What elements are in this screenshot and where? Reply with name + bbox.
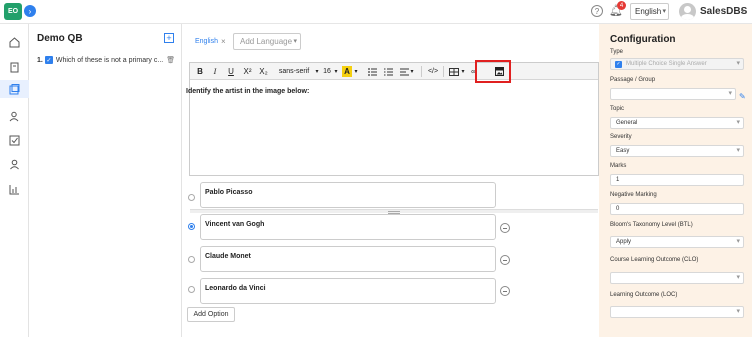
loc-select[interactable]: [610, 306, 744, 318]
underline-button[interactable]: U: [226, 66, 236, 77]
app-root: EO › ? 🔔︎ 4 English SalesDBS ⌄: [0, 0, 752, 337]
checkbox-icon[interactable]: [8, 134, 20, 146]
language-select[interactable]: English: [630, 3, 669, 20]
bold-button[interactable]: B: [195, 66, 205, 77]
chevron-down-icon[interactable]: ▾: [409, 66, 415, 77]
severity-select[interactable]: Easy: [610, 145, 744, 157]
loc-label: Learning Outcome (LOC): [610, 292, 678, 298]
text-color-button[interactable]: A: [342, 66, 352, 77]
option-radio[interactable]: [188, 223, 195, 230]
align-icon[interactable]: [399, 66, 409, 77]
reports-chart-icon[interactable]: [8, 183, 20, 195]
configuration-panel: Configuration Type ✓ Multiple Choice Sin…: [599, 24, 752, 337]
add-option-button[interactable]: Add Option: [187, 307, 235, 322]
option-field[interactable]: Pablo Picasso: [200, 182, 496, 208]
font-size-select[interactable]: 16: [321, 66, 333, 77]
superscript-button[interactable]: X²: [241, 66, 254, 77]
add-question-icon[interactable]: +: [164, 33, 174, 43]
chevron-down-icon[interactable]: ▾: [460, 66, 466, 77]
question-content[interactable]: Identify the artist in the image below:: [186, 88, 309, 95]
editor-toolbar: B I U X² X₂ sans-serif ▾ 16 ▾ A ▾ ▾ </> …: [190, 63, 598, 80]
type-value: Multiple Choice Single Answer: [626, 61, 707, 67]
book-icon[interactable]: [8, 61, 20, 73]
type-label: Type: [610, 49, 624, 55]
top-bar: EO › ? 🔔︎ 4 English SalesDBS ⌄: [0, 0, 752, 24]
question-list-panel: Demo QB + 1. ✓ Which of these is not a p…: [30, 24, 182, 337]
highlight-box: [475, 60, 511, 83]
option-field[interactable]: Leonardo da Vinci: [200, 278, 496, 304]
option-field[interactable]: Vincent van Gogh: [200, 214, 496, 240]
left-nav-rail: [0, 24, 29, 337]
remove-option-icon[interactable]: [500, 255, 510, 265]
tab-english[interactable]: English: [195, 38, 218, 45]
help-icon[interactable]: ?: [591, 5, 603, 17]
toolbar-divider: [421, 66, 422, 77]
question-bank-icon[interactable]: [0, 80, 29, 98]
question-editor: English × Add Language B I U X² X₂ sans-…: [182, 24, 599, 337]
negative-marking-field[interactable]: 0: [610, 203, 744, 215]
add-language-select[interactable]: Add Language: [233, 33, 301, 50]
app-logo[interactable]: EO: [4, 3, 22, 20]
question-number: 1.: [37, 56, 43, 64]
btl-select[interactable]: Apply: [610, 236, 744, 248]
topic-select[interactable]: General: [610, 117, 744, 129]
user-icon[interactable]: [8, 158, 20, 170]
close-icon[interactable]: ×: [221, 37, 226, 46]
pencil-icon[interactable]: ✎: [739, 92, 746, 101]
marks-field[interactable]: 1: [610, 174, 744, 186]
trash-icon[interactable]: 🗑︎: [166, 56, 175, 64]
notification-badge: 4: [617, 1, 626, 10]
numbered-list-icon[interactable]: [383, 66, 393, 77]
question-bank-title: Demo QB: [37, 33, 83, 44]
user-settings-icon[interactable]: [8, 110, 20, 122]
option-radio[interactable]: [188, 194, 195, 201]
clo-label: Course Learning Outcome (CLO): [610, 257, 699, 263]
chevron-down-icon[interactable]: ▾: [333, 66, 339, 77]
bullet-list-icon[interactable]: [367, 66, 377, 77]
check-icon[interactable]: ✓: [44, 56, 53, 64]
toolbar-divider: [443, 66, 444, 77]
avatar[interactable]: [679, 3, 696, 20]
remove-option-icon[interactable]: [500, 286, 510, 296]
code-button[interactable]: </>: [426, 66, 440, 77]
table-icon[interactable]: [448, 66, 460, 77]
list-item[interactable]: 1. ✓ Which of these is not a primary c..…: [37, 54, 177, 66]
editor-resize-handle[interactable]: [190, 209, 598, 214]
passage-select[interactable]: [610, 88, 736, 100]
chevron-down-icon[interactable]: ▾: [314, 66, 320, 77]
option-field[interactable]: Claude Monet: [200, 246, 496, 272]
type-select: ✓ Multiple Choice Single Answer: [610, 58, 744, 70]
marks-label: Marks: [610, 163, 627, 169]
configuration-title: Configuration: [610, 34, 676, 45]
chevron-down-icon[interactable]: ▾: [353, 66, 359, 77]
passage-label: Passage / Group: [610, 77, 656, 83]
subscript-button[interactable]: X₂: [257, 66, 270, 77]
severity-label: Severity: [610, 134, 632, 140]
sidebar-toggle-icon[interactable]: ›: [24, 5, 36, 17]
check-icon: ✓: [615, 61, 622, 68]
home-icon[interactable]: [8, 36, 20, 48]
question-text[interactable]: Which of these is not a primary c...: [56, 57, 163, 64]
topic-label: Topic: [610, 106, 625, 112]
rich-text-editor: B I U X² X₂ sans-serif ▾ 16 ▾ A ▾ ▾ </> …: [189, 62, 599, 214]
font-family-select[interactable]: sans-serif: [274, 66, 314, 77]
option-radio[interactable]: [188, 286, 195, 293]
option-radio[interactable]: [188, 256, 195, 263]
italic-button[interactable]: I: [210, 66, 220, 77]
clo-select[interactable]: [610, 272, 744, 284]
chevron-down-icon[interactable]: ⌄: [739, 4, 747, 15]
btl-label: Bloom's Taxonomy Level (BTL): [610, 222, 693, 228]
negative-marking-label: Negative Marking: [610, 192, 657, 198]
remove-option-icon[interactable]: [500, 223, 510, 233]
